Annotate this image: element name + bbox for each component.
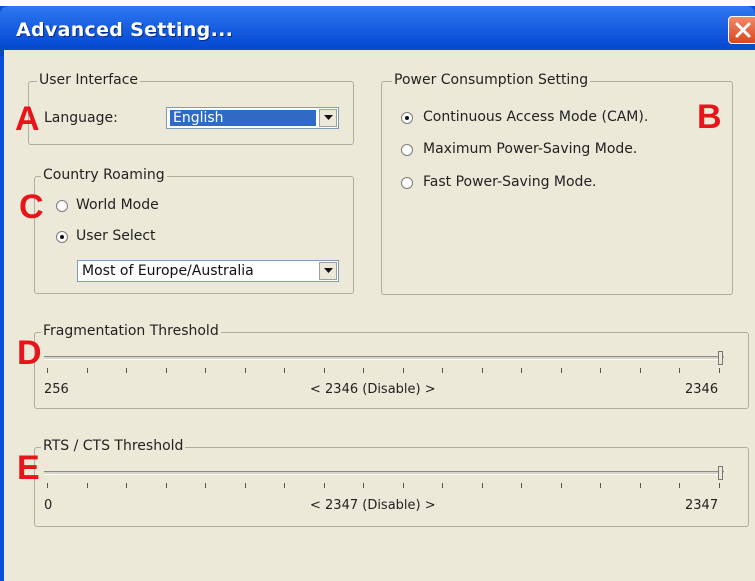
dialog-body: User Interface A Language: English Count… — [4, 50, 755, 581]
rts-tick — [47, 483, 48, 488]
user-interface-legend: User Interface — [37, 72, 141, 88]
fragmentation-tick — [47, 368, 48, 373]
rts-tick — [363, 483, 365, 488]
rts-cts-group: RTS / CTS Threshold — [34, 438, 749, 527]
max-power-saving-label[interactable]: Maximum Power-Saving Mode. — [423, 141, 637, 157]
close-icon — [735, 22, 751, 38]
language-dropdown-button[interactable] — [319, 109, 337, 127]
fragmentation-current-value: < 2346 (Disable) > — [310, 382, 436, 397]
fragmentation-min-label: 256 — [44, 382, 69, 397]
rts-tick — [481, 483, 483, 488]
fragmentation-slider-track[interactable] — [44, 356, 724, 360]
fragmentation-tick — [323, 368, 325, 373]
rts-tick — [442, 483, 444, 488]
rts-tick — [521, 483, 523, 488]
rts-tick — [560, 483, 562, 488]
annotation-marker-b: B — [697, 98, 722, 136]
max-power-saving-radio[interactable] — [401, 144, 413, 156]
annotation-marker-a: A — [15, 100, 40, 138]
country-roaming-legend: Country Roaming — [41, 167, 167, 183]
rts-cts-min-label: 0 — [44, 498, 53, 513]
rts-tick — [86, 483, 88, 488]
rts-cts-slider-track[interactable] — [44, 471, 724, 475]
chevron-down-icon — [324, 268, 333, 273]
rts-tick — [639, 483, 641, 488]
fragmentation-legend: Fragmentation Threshold — [41, 323, 221, 339]
annotation-marker-e: E — [17, 449, 40, 487]
rts-cts-slider-thumb[interactable] — [718, 466, 723, 480]
fragmentation-tick — [521, 368, 523, 373]
fast-power-saving-radio[interactable] — [401, 177, 413, 189]
fragmentation-tick — [284, 368, 286, 373]
fragmentation-tick — [363, 368, 365, 373]
language-select[interactable]: English — [166, 107, 339, 129]
rts-tick — [284, 483, 286, 488]
world-mode-radio[interactable] — [56, 200, 68, 212]
chevron-down-icon — [324, 115, 333, 120]
fragmentation-tick — [481, 368, 483, 373]
region-select[interactable]: Most of Europe/Australia — [77, 260, 339, 282]
rts-tick — [323, 483, 325, 488]
cam-radio[interactable] — [401, 112, 413, 124]
rts-tick — [719, 483, 720, 488]
fragmentation-tick — [442, 368, 444, 373]
rts-cts-legend: RTS / CTS Threshold — [41, 438, 186, 454]
fragmentation-tick — [600, 368, 602, 373]
rts-tick — [402, 483, 404, 488]
fragmentation-tick — [719, 368, 720, 373]
rts-tick — [126, 483, 128, 488]
dialog-window: Advanced Setting... User Interface A Lan… — [0, 6, 755, 581]
rts-tick — [205, 483, 207, 488]
close-button[interactable] — [728, 16, 755, 44]
user-select-radio[interactable] — [56, 231, 68, 243]
fragmentation-tick — [560, 368, 562, 373]
fragmentation-max-label: 2346 — [685, 382, 719, 397]
power-consumption-legend: Power Consumption Setting — [392, 72, 591, 88]
language-select-value: English — [170, 110, 316, 126]
rts-tick — [600, 483, 602, 488]
rts-tick — [244, 483, 246, 488]
fragmentation-tick — [639, 368, 641, 373]
fragmentation-group: Fragmentation Threshold — [34, 323, 749, 409]
rts-tick — [679, 483, 681, 488]
region-dropdown-button[interactable] — [319, 262, 337, 280]
rts-tick — [165, 483, 167, 488]
fragmentation-slider-thumb[interactable] — [718, 351, 723, 365]
world-mode-label[interactable]: World Mode — [76, 197, 159, 213]
fragmentation-tick — [244, 368, 246, 373]
rts-cts-current-value: < 2347 (Disable) > — [310, 498, 436, 513]
rts-cts-max-label: 2347 — [685, 498, 719, 513]
annotation-marker-d: D — [17, 334, 42, 372]
window-title: Advanced Setting... — [16, 19, 234, 41]
fragmentation-tick — [679, 368, 681, 373]
fragmentation-tick — [165, 368, 167, 373]
fragmentation-tick — [205, 368, 207, 373]
title-bar[interactable]: Advanced Setting... — [0, 6, 755, 56]
fragmentation-tick — [86, 368, 88, 373]
user-select-label[interactable]: User Select — [76, 228, 156, 244]
fast-power-saving-label[interactable]: Fast Power-Saving Mode. — [423, 174, 597, 190]
annotation-marker-c: C — [19, 188, 44, 226]
cam-label[interactable]: Continuous Access Mode (CAM). — [423, 109, 648, 125]
language-label: Language: — [44, 110, 118, 126]
region-select-value: Most of Europe/Australia — [82, 263, 254, 279]
fragmentation-tick — [402, 368, 404, 373]
fragmentation-tick — [126, 368, 128, 373]
